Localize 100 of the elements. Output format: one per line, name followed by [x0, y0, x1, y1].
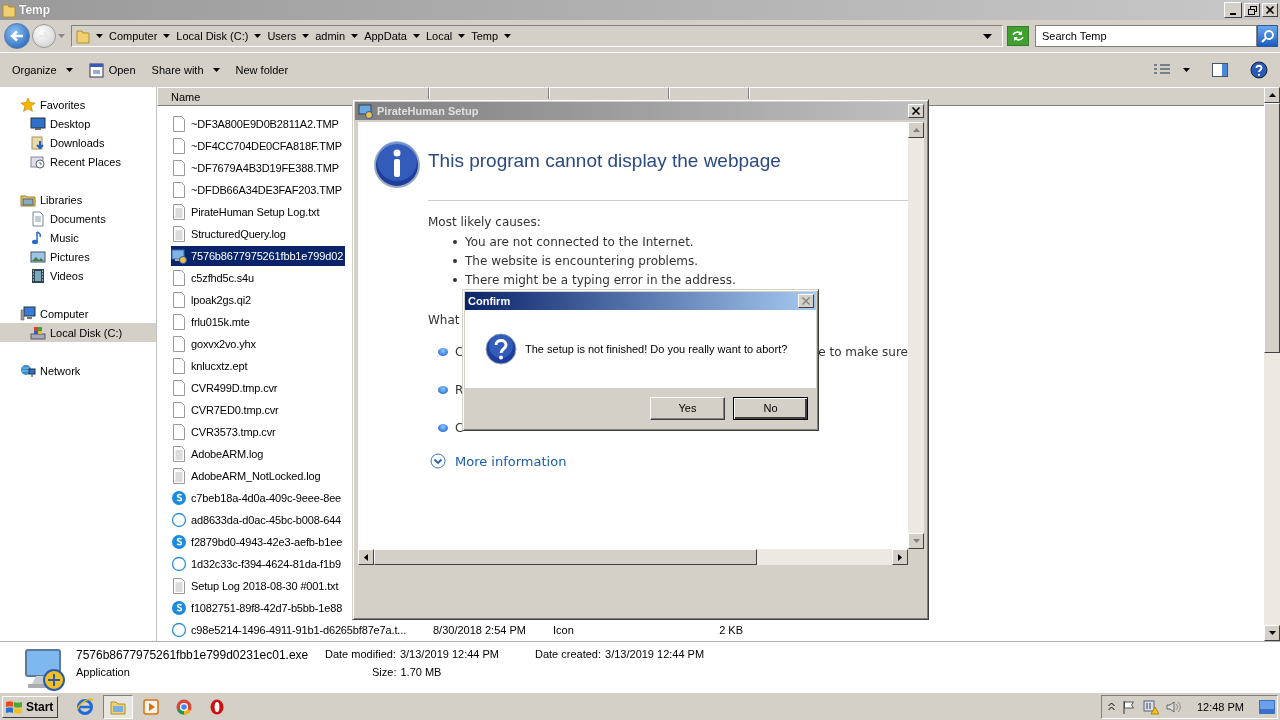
file-icon	[171, 292, 187, 308]
toolbar-button[interactable]: Organize	[6, 60, 79, 80]
file-item[interactable]: f1082751-89f8-42d7-b5bb-1e88	[171, 598, 345, 618]
file-item[interactable]: lpoak2gs.qi2	[171, 290, 253, 310]
file-item[interactable]: StructuredQuery.log	[171, 224, 288, 244]
nav-item[interactable]: Libraries	[0, 190, 156, 209]
toolbar-button[interactable]: Share with	[145, 60, 226, 80]
dialog-title: Confirm	[468, 295, 512, 307]
restore-icon	[1247, 5, 1257, 15]
horizontal-scrollbar[interactable]	[358, 549, 908, 565]
details-value: 1.70 MB	[400, 666, 442, 680]
file-item[interactable]: ~DF4CC704DE0CFA818F.TMP	[171, 136, 344, 156]
pictures-icon	[30, 248, 46, 265]
text-file-icon	[171, 204, 187, 220]
breadcrumb[interactable]: admin	[315, 30, 346, 42]
chevron-circle-icon	[430, 453, 446, 469]
file-item[interactable]: PirateHuman Setup Log.txt	[171, 202, 322, 222]
close-button[interactable]	[798, 294, 814, 308]
file-item[interactable]: ad8633da-d0ac-45bc-b008-644	[171, 510, 344, 530]
breadcrumb[interactable]: Local Disk (C:)	[176, 30, 249, 42]
bubble-outline-icon	[171, 556, 187, 572]
file-item[interactable]: knlucxtz.ept	[171, 356, 250, 376]
show-desktop-icon[interactable]	[1259, 698, 1275, 715]
vertical-scrollbar[interactable]	[1264, 87, 1280, 641]
restore-button[interactable]	[1244, 3, 1260, 17]
file-item[interactable]: c98e5214-1496-4911-91b1-d6265bf87e7a.t...	[171, 620, 409, 640]
close-button[interactable]	[908, 104, 924, 118]
bullet-text: e to make sure	[818, 345, 908, 359]
nav-item[interactable]: Favorites	[0, 95, 156, 114]
drive-icon	[30, 324, 46, 341]
clock: 12:48 PM	[1196, 700, 1244, 713]
caret-icon	[458, 34, 466, 38]
file-item[interactable]: 1d32c33c-f394-4624-81da-f1b9	[171, 554, 343, 574]
nav-item[interactable]: Music	[0, 228, 156, 247]
bullet-icon	[438, 348, 448, 356]
file-item[interactable]: ~DF3A800E9D0B2811A2.TMP	[171, 114, 341, 134]
text-file-icon	[171, 226, 187, 242]
minimize-button[interactable]	[1224, 2, 1242, 18]
file-item[interactable]: CVR3573.tmp.cvr	[171, 422, 278, 442]
date-cell-text: 8/30/2018 2:54 PM	[432, 624, 527, 636]
dialog-button[interactable]: No	[733, 396, 808, 420]
dialog-message: The setup is not finished! Do you really want to abort?	[525, 343, 788, 355]
nav-item[interactable]: Pictures	[0, 247, 156, 266]
breadcrumb[interactable]: Users	[267, 30, 297, 42]
nav-item[interactable]: Desktop	[0, 114, 156, 133]
details-label: Date modified:	[325, 648, 396, 662]
star-icon	[20, 96, 36, 113]
arrow-up-icon	[912, 128, 920, 132]
nav-item[interactable]: Documents	[0, 209, 156, 228]
breadcrumb[interactable]: AppData	[364, 30, 407, 42]
file-item[interactable]: CVR7ED0.tmp.cvr	[171, 400, 281, 420]
file-item[interactable]: c7beb18a-4d0a-409c-9eee-8ee	[171, 488, 344, 508]
details-label: Date created:	[535, 648, 602, 662]
refresh-button[interactable]	[1007, 26, 1029, 46]
breadcrumb[interactable]: Computer	[109, 30, 158, 42]
nav-item[interactable]: Local Disk (C:)	[0, 323, 156, 342]
file-icon	[171, 424, 187, 440]
start-button[interactable]: Start	[2, 695, 59, 718]
dialog-button[interactable]: Yes	[650, 396, 725, 420]
file-item[interactable]: CVR499D.tmp.cvr	[171, 378, 280, 398]
file-item[interactable]: AdobeARM.log	[171, 444, 266, 464]
file-item[interactable]: 7576b8677975261fbb1e799d02	[171, 246, 346, 266]
file-item[interactable]: AdobeARM_NotLocked.log	[171, 466, 323, 486]
breadcrumb[interactable]: Local	[425, 30, 453, 42]
back-button[interactable]	[4, 23, 30, 49]
file-item[interactable]: f2879bd0-4943-42e3-aefb-b1ee	[171, 532, 345, 552]
file-item[interactable]: Setup Log 2018-08-30 #001.txt	[171, 576, 341, 596]
nav-item[interactable]: Network	[0, 361, 156, 380]
breadcrumb[interactable]: Temp	[471, 30, 499, 42]
file-item[interactable]: goxvx2vo.yhx	[171, 334, 258, 354]
nav-item[interactable]: Downloads	[0, 133, 156, 152]
nav-item[interactable]: Computer	[0, 304, 156, 323]
file-icon	[171, 160, 187, 176]
toolbar-button[interactable]: New folder	[229, 60, 295, 80]
forward-button[interactable]	[32, 24, 56, 48]
history-dropdown-button[interactable]	[56, 34, 67, 38]
bubble-outline-icon	[171, 512, 187, 528]
file-item[interactable]: c5zfhd5c.s4u	[171, 268, 257, 288]
close-button[interactable]	[1262, 3, 1278, 17]
toolbar-button[interactable]: Open	[82, 58, 142, 82]
vertical-scrollbar[interactable]	[908, 122, 924, 549]
application-icon	[171, 248, 187, 264]
file-item[interactable]: ~DFDB66A34DE3FAF203.TMP	[171, 180, 344, 200]
bullet-icon	[438, 386, 448, 394]
page-heading: This program cannot display the webpage	[428, 149, 782, 172]
more-information-link[interactable]: More information	[430, 453, 908, 469]
close-icon	[911, 106, 921, 116]
search-button[interactable]	[1257, 25, 1278, 47]
address-field[interactable]: Computer Local Disk (C:) Users admin AppData Local Temp	[71, 25, 1003, 47]
file-item[interactable]: frlu015k.mte	[171, 312, 252, 332]
nav-item[interactable]: Videos	[0, 266, 156, 285]
file-item[interactable]: ~DF7679A4B3D19FE388.TMP	[171, 158, 341, 178]
search-field[interactable]: Search Temp	[1035, 25, 1257, 47]
nav-item[interactable]: Recent Places	[0, 152, 156, 171]
arrow-left-icon	[364, 553, 368, 561]
windows-flag-icon	[5, 698, 23, 715]
recent-places-icon	[30, 153, 46, 170]
text-file-icon	[171, 578, 187, 594]
caret-icon	[163, 34, 171, 38]
taskbar-button[interactable]	[103, 694, 134, 719]
